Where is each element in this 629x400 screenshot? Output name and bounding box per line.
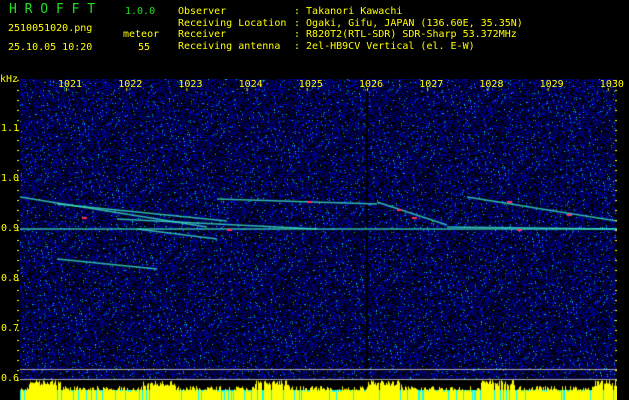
x-tick-label: 1028 [479, 79, 504, 90]
x-tick-label: 1021 [58, 79, 83, 90]
count-label: meteor [123, 29, 160, 40]
axis-unit: kHz [0, 74, 19, 85]
x-tick-label: 1027 [419, 79, 444, 90]
app-version: 1.0.0 [125, 6, 156, 17]
x-tick-label: 1030 [599, 79, 624, 90]
y-tick-label: 1.1 [1, 123, 20, 134]
file-name: 2510051020.png [8, 23, 93, 34]
y-tick-label: 0.8 [1, 273, 20, 284]
info-label-location: Receiving Location [178, 18, 287, 29]
info-label-observer: Observer [178, 6, 227, 17]
info-value-receiver: : R820T2(RTL-SDR) SDR-Sharp 53.372MHz [294, 29, 517, 40]
waterfall-spectrogram [17, 79, 617, 400]
info-label-antenna: Receiving antenna [178, 41, 281, 52]
x-tick-label: 1029 [539, 79, 564, 90]
y-tick-label: 0.6 [1, 373, 20, 384]
x-tick-label: 1023 [178, 79, 203, 90]
x-tick-label: 1024 [238, 79, 263, 90]
info-label-receiver: Receiver [178, 29, 227, 40]
info-value-observer: : Takanori Kawachi [294, 6, 403, 17]
app-title: H R O F F T [9, 2, 96, 17]
datetime: 25.10.05 10:20 [8, 42, 93, 53]
x-tick-label: 1025 [298, 79, 323, 90]
x-tick-label: 1022 [118, 79, 143, 90]
meteor-count: 55 [138, 42, 151, 53]
y-tick-label: 0.7 [1, 323, 20, 334]
x-tick-label: 1026 [359, 79, 384, 90]
info-value-location: : Ogaki, Gifu, JAPAN (136.60E, 35.35N) [294, 18, 523, 29]
y-tick-label: 1.0 [1, 173, 20, 184]
y-tick-label: 0.9 [1, 223, 20, 234]
info-value-antenna: : 2el-HB9CV Vertical (el. E-W) [294, 41, 475, 52]
